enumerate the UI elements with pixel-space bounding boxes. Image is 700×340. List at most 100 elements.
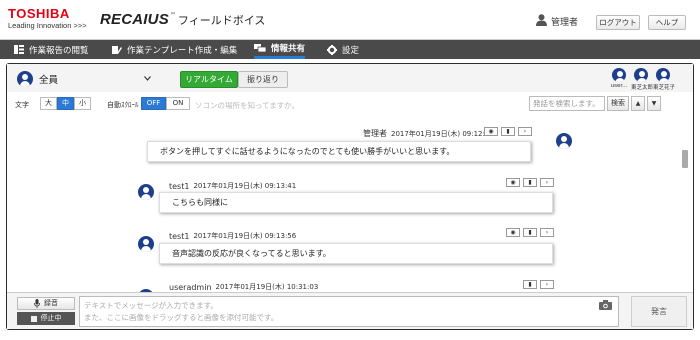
product-subtitle: フィールドボイス — [177, 14, 266, 27]
member-list: user... 東芝太郎 東芝花子 — [607, 68, 676, 91]
record-label: 録音 — [44, 299, 58, 307]
user-avatar-icon — [656, 68, 670, 82]
user-name: 管理者 — [551, 17, 579, 28]
message-input-bar: 録音 停止中 テキストでメッセージが入力できます。 また、ここに画像をドラッグす… — [7, 292, 693, 329]
message-tools: ◉ ▮ › — [481, 127, 532, 136]
text-size-medium-button[interactable]: 中 — [57, 97, 74, 110]
chevron-right-icon[interactable]: › — [540, 228, 554, 237]
scrollbar-thumb[interactable] — [682, 150, 688, 168]
stop-button[interactable]: 停止中 — [17, 312, 75, 325]
member-name: 東芝太郎 — [631, 85, 654, 91]
help-button[interactable]: ヘルプ — [648, 15, 686, 30]
stop-icon — [30, 315, 37, 322]
message-tools: ◉ ▮ › — [503, 228, 554, 237]
search-down-button[interactable]: ▼ — [647, 96, 661, 111]
member-name: user... — [610, 83, 628, 89]
send-button[interactable]: 発言 — [631, 296, 687, 327]
user-avatar-icon — [138, 236, 154, 252]
message-time: 2017年01月19日(木) 09:12:58 — [391, 129, 494, 138]
camera-icon[interactable] — [599, 300, 612, 314]
message-sender: test1 — [169, 181, 190, 191]
message-tools: ◉ ▮ › — [503, 178, 554, 187]
chat-toolbar: 文字 大 中 小 自動ｽｸﾛｰﾙ OFF ON 発話を検索します。 検索 ▲ ▼ — [7, 94, 693, 114]
textarea-placeholder-line1: テキストでメッセージが入力できます。 — [84, 301, 218, 310]
message-tools: ▮ › — [520, 280, 554, 289]
gear-icon — [327, 44, 337, 55]
chevron-right-icon[interactable]: › — [540, 178, 554, 187]
search-up-button[interactable]: ▲ — [631, 96, 645, 111]
realtime-tab[interactable]: リアルタイム — [180, 71, 238, 88]
text-size-label: 文字 — [15, 101, 29, 109]
logout-button[interactable]: ログアウト — [596, 15, 640, 30]
chevron-right-icon[interactable]: › — [540, 280, 554, 289]
message-sender: test1 — [169, 231, 190, 241]
app-header: TOSHIBA Leading Innovation >>> RECAIUS ™… — [0, 0, 700, 40]
copy-icon[interactable]: ▮ — [523, 178, 537, 187]
textarea-placeholder-line2: また、ここに画像をドラッグすると画像を添付可能です。 — [84, 313, 279, 322]
play-audio-icon[interactable]: ◉ — [484, 127, 498, 136]
member-item[interactable]: 東芝太郎 — [631, 68, 654, 91]
message-sender: 管理者 — [363, 129, 387, 138]
group-avatar-icon — [17, 71, 33, 87]
user-icon — [536, 14, 547, 28]
message-textarea[interactable]: テキストでメッセージが入力できます。 また、ここに画像をドラッグすると画像を添付… — [79, 296, 619, 327]
microphone-icon — [34, 299, 40, 308]
message-meta: 管理者 2017年01月19日(木) 09:12:58 — [363, 128, 494, 139]
user-avatar-icon — [556, 133, 572, 149]
nav-item-template-edit[interactable]: 作業テンプレート作成・編集 — [112, 40, 237, 59]
stop-label: 停止中 — [40, 314, 62, 322]
nav-item-info-share[interactable]: 情報共有 — [254, 40, 306, 59]
product-name: RECAIUS — [100, 11, 169, 28]
play-audio-icon[interactable]: ◉ — [506, 178, 520, 187]
play-audio-icon[interactable]: ◉ — [506, 228, 520, 237]
message-bubble: こちらも同様に — [159, 192, 553, 213]
channel-select[interactable]: 全員 — [17, 71, 151, 87]
message-time: 2017年01月19日(木) 10:31:03 — [215, 283, 319, 291]
message-list: 管理者 2017年01月19日(木) 09:12:58 ◉ ▮ › ボタンを押し… — [7, 114, 677, 294]
edit-template-icon — [112, 45, 122, 55]
nav-label: 作業報告の閲覧 — [29, 45, 89, 56]
message-bubble: 音声認識の反応が良くなってると思います。 — [159, 243, 553, 264]
message-time: 2017年01月19日(木) 09:13:41 — [193, 182, 297, 190]
autoscroll-on-button[interactable]: ON — [166, 97, 190, 110]
channel-name: 全員 — [39, 75, 59, 86]
product-title: RECAIUS ™ フィールドボイス — [100, 11, 265, 28]
autoscroll-label: 自動ｽｸﾛｰﾙ — [107, 101, 139, 109]
nav-item-settings[interactable]: 設定 — [327, 40, 359, 59]
trademark-symbol: ™ — [169, 12, 176, 19]
chevron-right-icon[interactable]: › — [518, 127, 532, 136]
copy-icon[interactable]: ▮ — [523, 228, 537, 237]
main-nav: 作業報告の閲覧 作業テンプレート作成・編集 情報共有 設定 — [0, 40, 700, 59]
record-button[interactable]: 録音 — [17, 297, 75, 310]
member-item[interactable]: user... — [609, 68, 629, 91]
user-avatar-icon — [138, 184, 154, 200]
message-scrollbar[interactable] — [679, 114, 691, 292]
chat-panel-header: 全員 リアルタイム 振り返り user... 東芝太郎 東芝花子 — [7, 64, 693, 92]
search-button[interactable]: 検索 — [607, 96, 629, 111]
nav-label: 情報共有 — [271, 44, 306, 54]
toshiba-logo: TOSHIBA Leading Innovation >>> — [8, 7, 87, 31]
message-bubble: ボタンを押してすぐに話せるようになったのでとても使い勝手がいいと思います。 — [147, 141, 531, 162]
member-item[interactable]: 東芝花子 — [653, 68, 676, 91]
message-meta: useradmin 2017年01月19日(木) 10:31:03 — [169, 282, 318, 292]
nav-label: 作業テンプレート作成・編集 — [127, 45, 238, 56]
search-input[interactable]: 発話を検索します。 — [529, 96, 605, 111]
text-size-small-button[interactable]: 小 — [74, 97, 91, 110]
brand-tagline: Leading Innovation >>> — [8, 21, 87, 30]
brand-name: TOSHIBA — [8, 6, 70, 21]
copy-icon[interactable]: ▮ — [523, 280, 537, 289]
message-meta: test1 2017年01月19日(木) 09:13:41 — [169, 181, 296, 191]
nav-item-report-view[interactable]: 作業報告の閲覧 — [14, 40, 89, 59]
faded-previous-message: ソコンの場所を知ってますか。 — [195, 101, 300, 110]
copy-icon[interactable]: ▮ — [501, 127, 515, 136]
text-size-large-button[interactable]: 大 — [40, 97, 57, 110]
user-avatar-icon — [634, 68, 648, 82]
nav-label: 設定 — [342, 45, 360, 56]
history-tab[interactable]: 振り返り — [238, 71, 288, 88]
chat-panel: 全員 リアルタイム 振り返り user... 東芝太郎 東芝花子 文字 大 中 — [6, 63, 694, 330]
user-info: 管理者 — [536, 14, 578, 28]
member-name: 東芝花子 — [653, 85, 676, 91]
chevron-down-icon — [144, 74, 151, 83]
autoscroll-off-button[interactable]: OFF — [141, 97, 166, 110]
user-avatar-icon — [612, 68, 626, 82]
